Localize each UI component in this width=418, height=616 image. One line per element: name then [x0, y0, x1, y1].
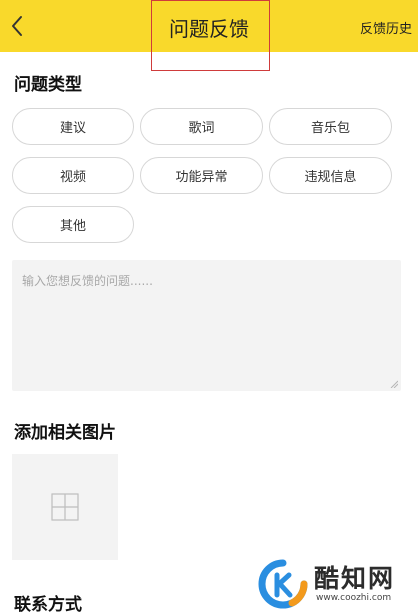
page-title: 问题反馈 — [169, 17, 249, 41]
add-image-button[interactable] — [12, 454, 118, 560]
add-images-title: 添加相关图片 — [14, 423, 116, 443]
top-bar: 问题反馈 反馈历史 — [0, 0, 418, 52]
feedback-box — [12, 260, 401, 391]
chip-other[interactable]: 其他 — [12, 206, 134, 243]
chip-violation-info[interactable]: 违规信息 — [269, 157, 392, 194]
feedback-history-link[interactable]: 反馈历史 — [360, 18, 412, 37]
feedback-input[interactable] — [12, 260, 401, 391]
watermark-name: 酷知网 — [314, 564, 396, 593]
chip-video[interactable]: 视频 — [12, 157, 134, 194]
chip-lyrics[interactable]: 歌词 — [140, 108, 263, 145]
contact-title: 联系方式 — [14, 595, 82, 615]
watermark-url: www.coozhi.com — [316, 593, 392, 603]
problem-type-title: 问题类型 — [14, 75, 82, 95]
chip-music-pack[interactable]: 音乐包 — [269, 108, 392, 145]
coozhi-logo-icon — [258, 559, 308, 609]
chip-function-error[interactable]: 功能异常 — [140, 157, 263, 194]
chip-suggestion[interactable]: 建议 — [12, 108, 134, 145]
resize-grip-icon[interactable] — [390, 380, 398, 388]
watermark: 酷知网 www.coozhi.com — [258, 553, 418, 616]
plus-grid-icon — [51, 493, 79, 521]
